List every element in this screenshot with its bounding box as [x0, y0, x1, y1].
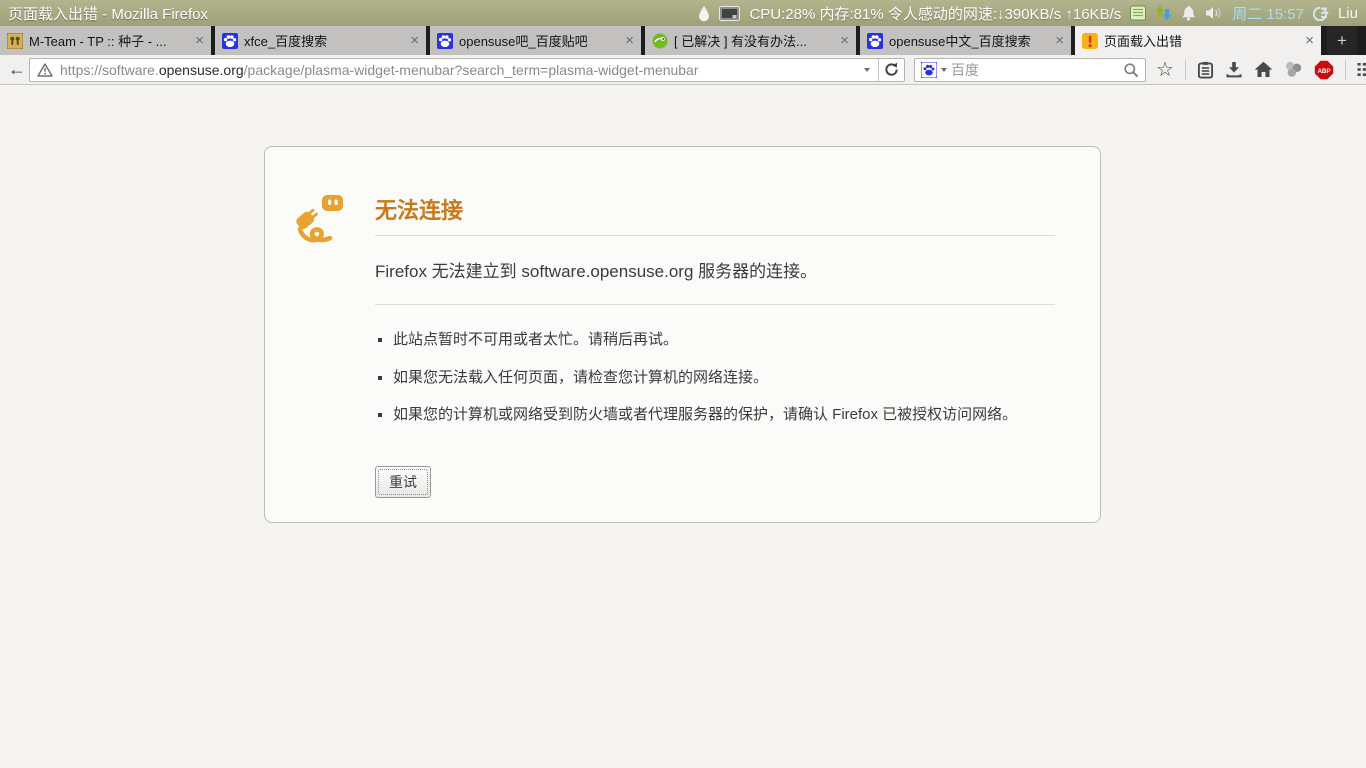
- menu-list-icon[interactable]: [1357, 62, 1366, 77]
- user-name[interactable]: Liu: [1338, 5, 1358, 22]
- navigation-toolbar: ← https://software.opensuse.org/package/…: [0, 55, 1366, 85]
- tab-close-icon[interactable]: ×: [195, 33, 204, 48]
- insecure-warning-icon[interactable]: [37, 62, 53, 77]
- tab-opensuse-tieba[interactable]: opensuse吧_百度贴吧 ×: [430, 26, 641, 55]
- tab-close-icon[interactable]: ×: [625, 33, 634, 48]
- svg-text:ABP: ABP: [1317, 68, 1330, 75]
- toolbar-divider: [1344, 59, 1346, 80]
- tab-close-icon[interactable]: ×: [1055, 33, 1064, 48]
- tab-title: opensuse吧_百度贴吧: [459, 34, 588, 49]
- error-suggestions-list: 此站点暂时不可用或者太忙。请稍后再试。 如果您无法载入任何页面，请检查您计算机的…: [393, 329, 1033, 427]
- tab-title: opensuse中文_百度搜索: [889, 34, 1031, 49]
- search-engine-dropdown-icon[interactable]: [941, 67, 947, 72]
- panel-tray: CPU:28% 内存:81% 令人感动的网速:↓390KB/s ↑16KB/s …: [698, 3, 1366, 24]
- system-stats-text: CPU:28% 内存:81% 令人感动的网速:↓390KB/s ↑16KB/s: [749, 5, 1122, 23]
- back-button[interactable]: ←: [5, 59, 29, 80]
- toolbar-buttons: ☆ ABP: [1156, 59, 1366, 80]
- new-tab-button[interactable]: +: [1327, 26, 1357, 55]
- home-icon[interactable]: [1254, 61, 1273, 78]
- speaker-icon[interactable]: [1205, 6, 1223, 20]
- tab-close-icon[interactable]: ×: [1305, 33, 1314, 48]
- tab-title: M-Team - TP :: 种子 - ...: [29, 34, 167, 49]
- error-content: 无法连接 Firefox 无法建立到 software.opensuse.org…: [375, 193, 1055, 498]
- toolbar-divider: [1184, 59, 1186, 80]
- url-text[interactable]: https://software.opensuse.org/package/pl…: [60, 62, 856, 78]
- baidu-paw-favicon: [437, 32, 453, 49]
- tab-close-icon[interactable]: ×: [840, 33, 849, 48]
- search-input[interactable]: 百度: [951, 60, 1119, 80]
- list-item: 如果您无法载入任何页面，请检查您计算机的网络连接。: [393, 367, 1033, 390]
- reload-button[interactable]: [878, 58, 904, 81]
- error-card: 无法连接 Firefox 无法建立到 software.opensuse.org…: [264, 146, 1101, 523]
- baidu-paw-favicon: [867, 32, 883, 49]
- search-bar[interactable]: 百度: [914, 57, 1146, 82]
- tab-close-icon[interactable]: ×: [410, 33, 419, 48]
- error-title: 无法连接: [375, 193, 1055, 236]
- tab-title: [ 已解决 ] 有没有办法...: [674, 34, 807, 49]
- mteam-favicon: [7, 32, 23, 49]
- tab-title: xfce_百度搜索: [244, 34, 328, 49]
- reload-icon: [885, 62, 898, 76]
- warning-favicon: [1082, 32, 1098, 49]
- tab-opensuse-zh-search[interactable]: opensuse中文_百度搜索 ×: [860, 26, 1071, 55]
- tab-xfce-baidu-search[interactable]: xfce_百度搜索 ×: [215, 26, 426, 55]
- notes-icon[interactable]: [1130, 5, 1147, 21]
- session-power-icon[interactable]: [1312, 5, 1329, 21]
- baidu-paw-favicon: [222, 32, 238, 49]
- xfce-panel: 页面载入出错 - Mozilla Firefox CPU:28% 内存:81% …: [0, 0, 1366, 26]
- tab-mteam[interactable]: M-Team - TP :: 种子 - ... ×: [0, 26, 211, 55]
- list-item: 此站点暂时不可用或者太忙。请稍后再试。: [393, 329, 1033, 352]
- network-arrows-icon[interactable]: [1155, 5, 1172, 21]
- baidu-search-engine-icon[interactable]: [921, 61, 937, 78]
- bookmark-star-icon[interactable]: ☆: [1156, 60, 1174, 80]
- tab-bar: M-Team - TP :: 种子 - ... × xfce_百度搜索 × op…: [0, 26, 1366, 55]
- url-history-dropdown[interactable]: [856, 59, 878, 81]
- tab-page-load-error-active[interactable]: 页面载入出错 ×: [1075, 26, 1321, 55]
- url-bar[interactable]: https://software.opensuse.org/package/pl…: [29, 57, 905, 82]
- extension-grapes-icon[interactable]: [1284, 61, 1303, 78]
- bell-icon[interactable]: [1181, 5, 1196, 21]
- bookmarks-menu-icon[interactable]: [1197, 61, 1214, 79]
- browser-content: 无法连接 Firefox 无法建立到 software.opensuse.org…: [0, 85, 1366, 768]
- opensuse-gecko-favicon: [652, 33, 668, 49]
- error-description: Firefox 无法建立到 software.opensuse.org 服务器的…: [375, 236, 1055, 305]
- list-item: 如果您的计算机或网络受到防火墙或者代理服务器的保护，请确认 Firefox 已被…: [393, 404, 1033, 427]
- tab-title: 页面载入出错: [1104, 34, 1183, 49]
- clock[interactable]: 周二 15:57: [1232, 3, 1304, 24]
- tab-solved-thread[interactable]: [ 已解决 ] 有没有办法... ×: [645, 26, 856, 55]
- water-drop-icon[interactable]: [698, 5, 710, 22]
- system-monitor-icon[interactable]: [719, 5, 741, 21]
- search-magnifier-icon[interactable]: [1123, 62, 1139, 78]
- unplugged-cable-icon: [290, 191, 346, 252]
- adblock-plus-icon[interactable]: ABP: [1314, 60, 1334, 80]
- window-title: 页面载入出错 - Mozilla Firefox: [8, 5, 209, 23]
- download-icon[interactable]: [1225, 61, 1243, 78]
- desktop: 页面载入出错 - Mozilla Firefox CPU:28% 内存:81% …: [0, 0, 1366, 768]
- chevron-down-icon: [864, 67, 870, 72]
- retry-button[interactable]: 重试: [375, 465, 431, 498]
